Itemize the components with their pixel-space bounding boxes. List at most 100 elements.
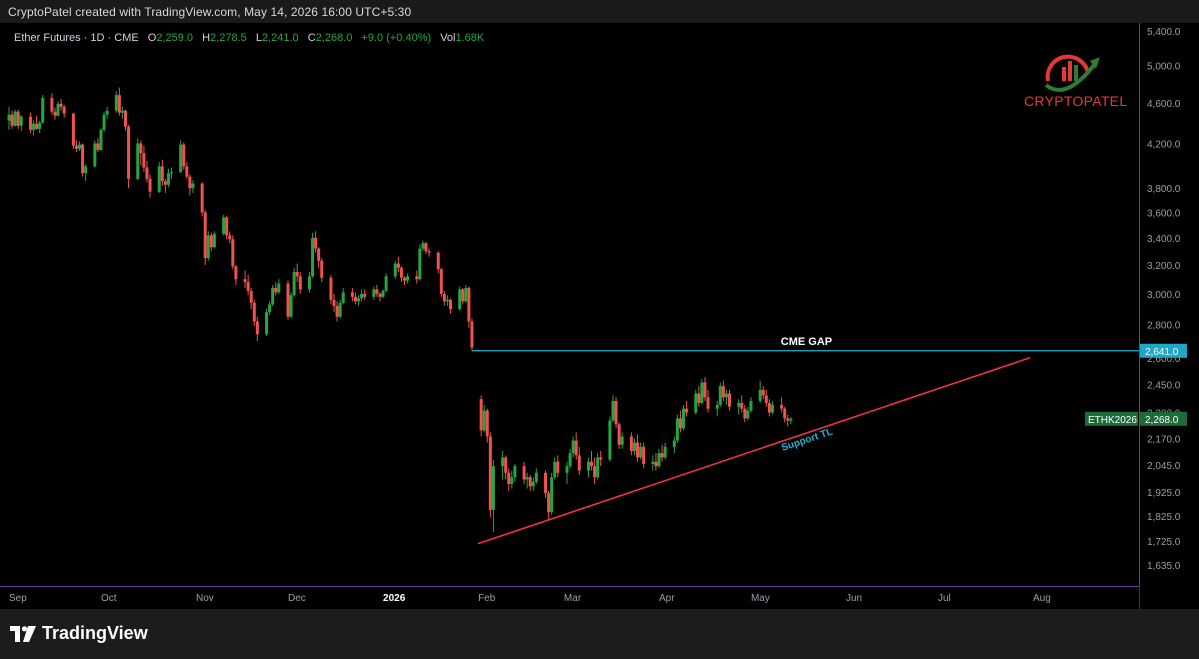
candle: [203, 209, 207, 265]
candle-body: [99, 129, 103, 150]
candle-body: [19, 116, 23, 126]
watermark-text: CRYPTOPATEL: [1024, 93, 1127, 109]
candle-body: [341, 292, 345, 303]
candle-body: [761, 389, 765, 396]
candle-body: [166, 173, 170, 185]
candle-body: [120, 110, 124, 113]
candle-body: [268, 304, 272, 313]
candle-body: [332, 299, 336, 306]
candle-body: [488, 436, 492, 510]
candle-body: [209, 235, 213, 248]
candle-body: [117, 95, 121, 113]
y-tick-label: 4,600.0: [1147, 99, 1181, 110]
last-price-label: 2,268.0: [1145, 415, 1179, 426]
candle-body: [660, 453, 664, 458]
candle-body: [780, 404, 784, 409]
candle-body: [271, 287, 275, 305]
x-tick-label: Jul: [938, 593, 951, 604]
candle: [458, 286, 462, 311]
candle-body: [74, 145, 78, 149]
candle-body: [767, 402, 771, 413]
candle-body: [439, 269, 443, 294]
candle: [289, 292, 293, 319]
y-tick-label: 5,000.0: [1147, 62, 1181, 73]
candle: [102, 111, 106, 132]
candle-body: [360, 293, 364, 299]
candle-body: [743, 408, 747, 419]
cme-gap-label: CME GAP: [781, 336, 832, 348]
svg-text:Ether Futures · 1D · CME: Ether Futures · 1D · CME O2,259.0 H2,278…: [14, 32, 485, 44]
tradingview-brand-text: TradingView: [42, 623, 148, 643]
candle-body: [292, 272, 296, 296]
candle: [41, 95, 45, 124]
candle-body: [629, 436, 633, 452]
tradingview-logo[interactable]: TradingView: [10, 623, 148, 644]
candle-body: [415, 276, 419, 280]
candle-body: [544, 472, 548, 494]
candle: [265, 308, 269, 336]
candle-body: [482, 410, 486, 431]
candle-body: [28, 116, 32, 130]
candle: [179, 140, 183, 174]
candle-body: [53, 111, 57, 116]
candle-body: [84, 166, 88, 174]
candle-body: [740, 402, 744, 409]
candle-body: [547, 493, 551, 513]
candle-body: [608, 420, 612, 460]
candle-body: [571, 440, 575, 454]
candle-body: [185, 166, 189, 177]
candle-body: [163, 181, 167, 185]
candle: [479, 395, 483, 437]
cme-gap-price-label: 2,641.0: [1145, 347, 1179, 358]
candle-body: [550, 477, 554, 513]
candle-body: [746, 410, 750, 419]
y-tick-label: 3,200.0: [1147, 261, 1181, 272]
candle-body: [314, 237, 318, 249]
candle-body: [789, 418, 793, 421]
y-tick-label: 2,045.0: [1147, 461, 1181, 472]
chart-area[interactable]: CME GAP Support TL 5,400.0 5,000.0 4,600.0 4…: [0, 23, 1199, 609]
candle-body: [675, 418, 679, 441]
candle-body: [381, 290, 385, 297]
candle-body: [727, 393, 731, 407]
candle-body: [445, 299, 449, 302]
candle-body: [396, 263, 400, 268]
candle-body: [10, 114, 14, 126]
candle-body: [556, 461, 560, 473]
candle-body: [203, 212, 207, 259]
candle-body: [350, 292, 354, 297]
candle-body: [504, 457, 508, 473]
candle-body: [375, 289, 379, 294]
y-tick-label: 3,800.0: [1147, 184, 1181, 195]
candle-body: [7, 114, 11, 121]
candle: [550, 472, 554, 515]
y-tick-label: 2,450.0: [1147, 380, 1181, 391]
candle-body: [657, 453, 661, 467]
candle-body: [636, 442, 640, 458]
candle-body: [421, 243, 425, 249]
candle-body: [157, 166, 161, 192]
x-tick-label: 2026: [383, 593, 406, 604]
candle-body: [642, 446, 646, 464]
x-tick-label: Jun: [846, 593, 862, 604]
x-tick-label: Mar: [564, 593, 582, 604]
y-tick-label: 3,600.0: [1147, 208, 1181, 219]
price-chart[interactable]: CME GAPSupport TL 5,400.05,000.04,600.04…: [0, 23, 1199, 609]
candle-body: [577, 455, 581, 471]
candle-body: [311, 237, 315, 277]
legend-h-label: H: [202, 32, 210, 44]
y-tick-label: 2,800.0: [1147, 321, 1181, 332]
candle-body: [289, 295, 293, 317]
candle-body: [182, 144, 186, 167]
symbol-tag-label: ETHK2026: [1088, 415, 1137, 426]
candle-body: [639, 446, 643, 458]
candle-body: [255, 321, 259, 335]
candle-body: [614, 401, 618, 425]
candle-body: [127, 126, 131, 179]
candle-body: [228, 235, 232, 240]
candle-body: [105, 110, 109, 115]
candle-body: [682, 408, 686, 429]
candle-body: [148, 178, 152, 192]
candle-body: [252, 302, 256, 322]
candle-body: [32, 123, 36, 130]
